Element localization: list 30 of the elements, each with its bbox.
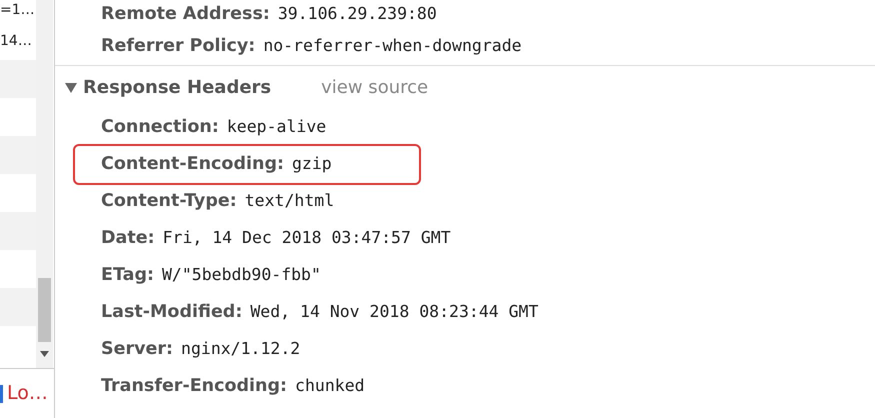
- header-name: Transfer-Encoding:: [101, 375, 288, 398]
- scrollbar-thumb[interactable]: [38, 278, 51, 342]
- header-value: nginx/1.12.2: [181, 338, 300, 360]
- header-name: Remote Address:: [101, 2, 270, 26]
- expanded-triangle-icon[interactable]: [65, 82, 77, 92]
- scroll-down-icon[interactable]: [40, 351, 49, 357]
- header-value: keep-alive: [226, 116, 326, 138]
- footer-label: Lo…: [7, 381, 48, 406]
- header-value: text/html: [244, 190, 334, 212]
- header-name: Last-Modified:: [101, 301, 242, 324]
- request-name[interactable]: 14…: [0, 22, 36, 60]
- header-name: Content-Encoding:: [101, 153, 284, 176]
- request-name[interactable]: =1…: [0, 0, 36, 22]
- header-value: chunked: [295, 375, 365, 398]
- view-source-link[interactable]: view source: [321, 74, 428, 101]
- section-title[interactable]: Response Headers: [83, 74, 272, 101]
- bar-icon: [0, 384, 3, 402]
- header-value: Fri, 14 Dec 2018 03:47:57 GMT: [162, 227, 451, 250]
- header-name: Content-Type:: [101, 190, 237, 214]
- header-name: ETag:: [101, 264, 154, 288]
- header-value: 39.106.29.239:80: [278, 2, 437, 25]
- header-value: no-referrer-when-downgrade: [263, 35, 522, 58]
- header-name: Referrer Policy:: [101, 35, 256, 58]
- header-value: gzip: [292, 153, 332, 176]
- header-name: Connection:: [101, 116, 219, 140]
- header-value: W/"5bebdb90-fbb": [162, 264, 321, 286]
- scrollbar[interactable]: [36, 0, 53, 368]
- header-name: Server:: [101, 338, 174, 362]
- header-value: Wed, 14 Nov 2018 08:23:44 GMT: [250, 301, 538, 324]
- header-name: Date:: [101, 227, 155, 250]
